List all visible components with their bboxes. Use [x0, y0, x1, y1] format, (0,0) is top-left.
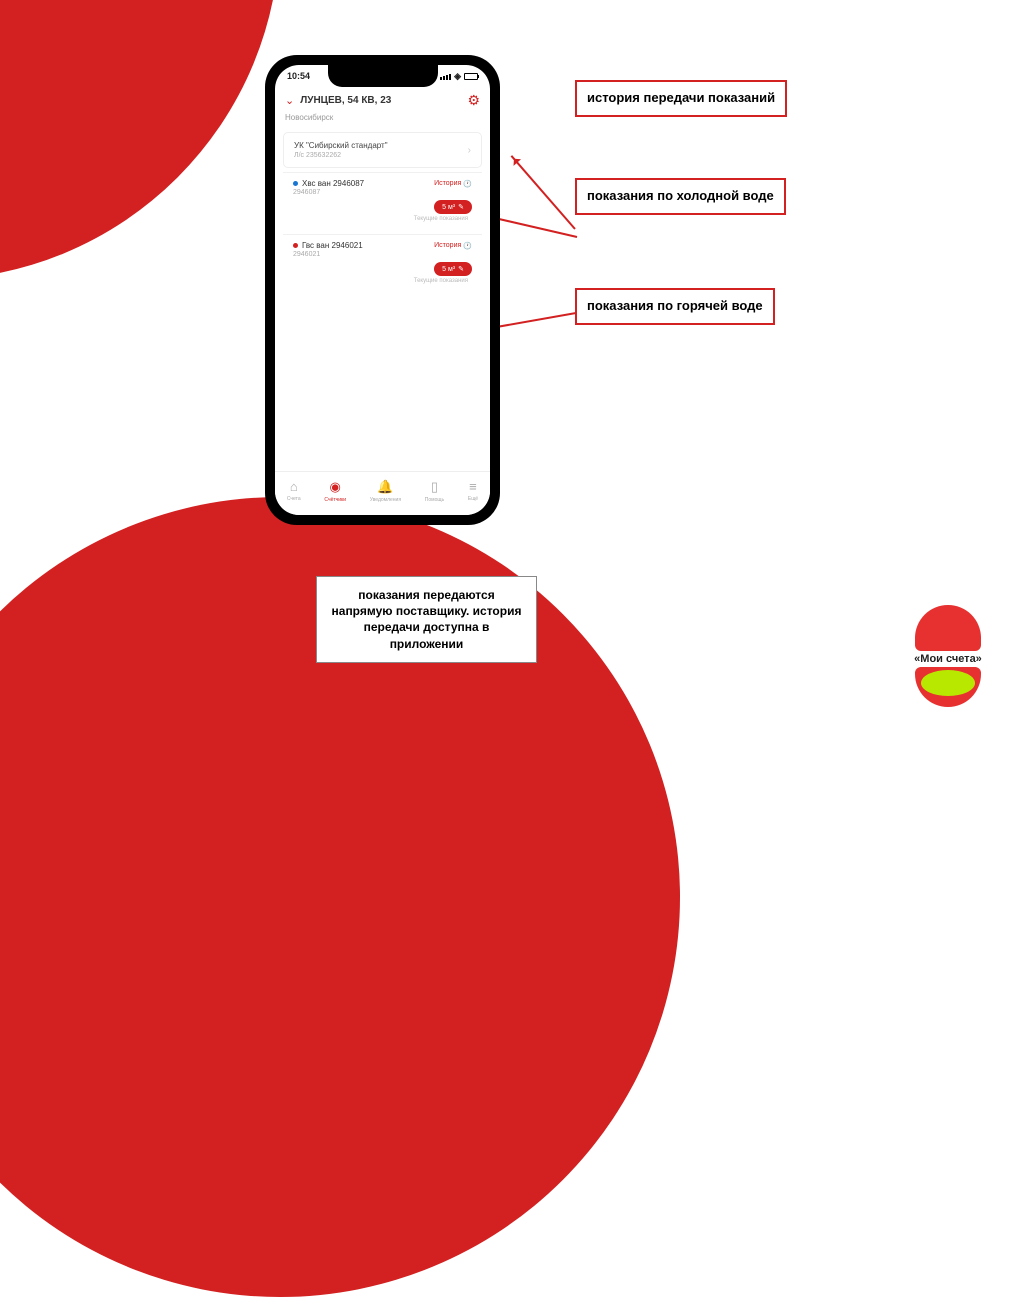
phone-notch — [328, 65, 438, 87]
city-label: Новосибирск — [275, 113, 490, 128]
bell-icon: 🔔 — [377, 479, 393, 495]
meter-icon: ◉ — [330, 479, 341, 495]
pencil-icon: ✎ — [458, 203, 464, 211]
arrow-cold — [490, 216, 577, 238]
decorative-corner-top — [0, 0, 280, 280]
doc-icon: ▯ — [431, 479, 438, 495]
meter-id: 2946087 — [285, 189, 480, 196]
address-title[interactable]: ЛУНЦЕВ, 54 КВ, 23 — [300, 95, 461, 106]
tab-bills[interactable]: ⌂Счета — [287, 479, 301, 502]
reading-pill[interactable]: 5 м³ ✎ — [434, 200, 472, 214]
menu-icon: ≡ — [469, 479, 477, 494]
dot-icon — [293, 243, 298, 248]
history-link[interactable]: История 🕐 — [434, 242, 472, 250]
reading-pill[interactable]: 5 м³ ✎ — [434, 262, 472, 276]
callout-cold: показания по холодной воде — [575, 178, 786, 215]
clock-icon: 🕐 — [463, 180, 472, 188]
app-header: ⌄ ЛУНЦЕВ, 54 КВ, 23 ⚙ — [275, 88, 490, 113]
history-link[interactable]: История 🕐 — [434, 180, 472, 188]
reading-label: Текущие показания — [285, 216, 480, 224]
callout-bottom: показания передаются напрямую поставщику… — [316, 576, 537, 663]
meter-cold: Хвс ван 2946087 История 🕐 2946087 5 м³ ✎… — [283, 172, 482, 230]
signal-icon — [440, 74, 451, 80]
logo-title: «Мои счета» — [908, 653, 988, 665]
battery-icon — [464, 73, 478, 80]
meter-name: Хвс ван 2946087 — [293, 179, 364, 188]
company-account: Л/с 235632262 — [294, 152, 388, 159]
tab-bar: ⌂Счета ◉Счётчики 🔔Уведомления ▯Помощь ≡Е… — [275, 471, 490, 515]
arrow-history — [511, 155, 576, 230]
status-time: 10:54 — [287, 71, 310, 82]
logo-top-icon — [915, 605, 981, 651]
pencil-icon: ✎ — [458, 265, 464, 273]
phone-mockup: 10:54 ◈ ⌄ ЛУНЦЕВ, 54 КВ, 23 ⚙ Новосибирс… — [265, 55, 500, 525]
chevron-right-icon: › — [468, 145, 471, 156]
tab-notifications[interactable]: 🔔Уведомления — [370, 479, 401, 503]
logo-bottom-icon — [915, 667, 981, 707]
meter-name: Гвс ван 2946021 — [293, 241, 363, 250]
wifi-icon: ◈ — [454, 71, 461, 82]
reading-label: Текущие показания — [285, 278, 480, 286]
tab-help[interactable]: ▯Помощь — [425, 479, 444, 503]
tab-more[interactable]: ≡Ещё — [468, 479, 478, 502]
meter-hot: Гвс ван 2946021 История 🕐 2946021 5 м³ ✎… — [283, 234, 482, 292]
callout-history: история передачи показаний — [575, 80, 787, 117]
company-card[interactable]: УК "Сибирский стандарт" Л/с 235632262 › — [283, 132, 482, 168]
callout-hot: показания по горячей воде — [575, 288, 775, 325]
gear-icon[interactable]: ⚙ — [467, 92, 480, 109]
clock-icon: 🕐 — [463, 242, 472, 250]
logo: «Мои счета» это сервис — [908, 605, 988, 707]
dot-icon — [293, 181, 298, 186]
tab-meters[interactable]: ◉Счётчики — [324, 479, 346, 503]
company-name: УК "Сибирский стандарт" — [294, 141, 388, 150]
chevron-down-icon[interactable]: ⌄ — [285, 94, 294, 107]
home-icon: ⌂ — [290, 479, 298, 494]
meter-id: 2946021 — [285, 251, 480, 258]
